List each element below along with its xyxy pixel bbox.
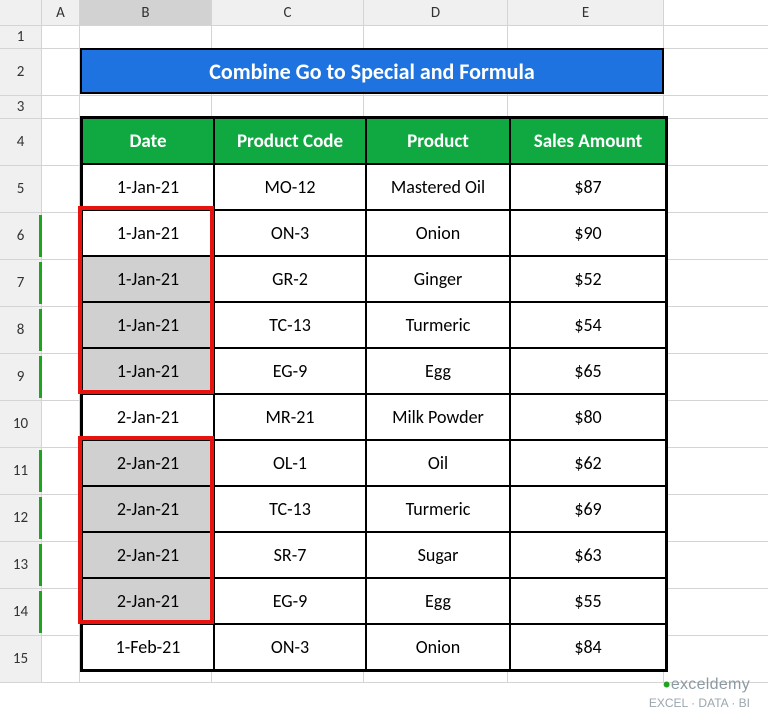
row-header-4[interactable]: 4 <box>0 119 42 165</box>
cell-product[interactable]: Sugar <box>366 532 510 578</box>
select-all-corner[interactable] <box>0 0 42 25</box>
row-header-15[interactable]: 15 <box>0 636 42 682</box>
row-header-8[interactable]: 8 <box>0 307 42 353</box>
cell-date[interactable]: 1-Jan-21 <box>82 302 214 348</box>
cell-amount[interactable]: $80 <box>510 394 666 440</box>
cell-product[interactable]: Ginger <box>366 256 510 302</box>
cell-product[interactable]: Turmeric <box>366 302 510 348</box>
row-header-3[interactable]: 3 <box>0 96 42 118</box>
row-header-13[interactable]: 13 <box>0 542 42 588</box>
cell-product[interactable]: Onion <box>366 210 510 256</box>
row-header-12[interactable]: 12 <box>0 495 42 541</box>
cell-amount[interactable]: $84 <box>510 624 666 670</box>
row-header-9[interactable]: 9 <box>0 354 42 400</box>
header-code: Product Code <box>214 118 366 164</box>
row-header-2[interactable]: 2 <box>0 49 42 95</box>
cell-A9[interactable] <box>42 354 80 400</box>
cell-date[interactable]: 2-Jan-21 <box>82 486 214 532</box>
cell-A8[interactable] <box>42 307 80 353</box>
row-header-14[interactable]: 14 <box>0 589 42 635</box>
cell-date[interactable]: 1-Jan-21 <box>82 210 214 256</box>
cell-D3[interactable] <box>364 96 508 118</box>
cell-date[interactable]: 2-Jan-21 <box>82 394 214 440</box>
cell-code[interactable]: MR-21 <box>214 394 366 440</box>
cell-A3[interactable] <box>42 96 80 118</box>
data-table: DateProduct CodeProductSales Amount 1-Jan… <box>80 116 668 672</box>
row-header-7[interactable]: 7 <box>0 260 42 306</box>
cell-A1[interactable] <box>42 26 80 48</box>
row-header-11[interactable]: 11 <box>0 448 42 494</box>
row-header-10[interactable]: 10 <box>0 401 42 447</box>
cell-date[interactable]: 1-Jan-21 <box>82 348 214 394</box>
cell-code[interactable]: SR-7 <box>214 532 366 578</box>
cell-code[interactable]: TC-13 <box>214 486 366 532</box>
cell-code[interactable]: ON-3 <box>214 624 366 670</box>
cell-code[interactable]: MO-12 <box>214 164 366 210</box>
cell-A5[interactable] <box>42 166 80 212</box>
cell-code[interactable]: ON-3 <box>214 210 366 256</box>
title-text: Combine Go to Special and Formula <box>209 58 534 85</box>
cell-code[interactable]: GR-2 <box>214 256 366 302</box>
cell-date[interactable]: 2-Jan-21 <box>82 578 214 624</box>
cell-A6[interactable] <box>42 213 80 259</box>
col-header-D[interactable]: D <box>364 0 508 25</box>
cell-E1[interactable] <box>508 26 664 48</box>
cell-amount[interactable]: $52 <box>510 256 666 302</box>
cell-A2[interactable] <box>42 49 80 95</box>
cell-A10[interactable] <box>42 401 80 447</box>
cell-amount[interactable]: $62 <box>510 440 666 486</box>
cell-product[interactable]: Turmeric <box>366 486 510 532</box>
header-product: Product <box>366 118 510 164</box>
cell-code[interactable]: EG-9 <box>214 578 366 624</box>
watermark-brand: exceldemy <box>671 676 750 693</box>
cell-C1[interactable] <box>212 26 364 48</box>
cell-amount[interactable]: $65 <box>510 348 666 394</box>
cell-A15[interactable] <box>42 636 80 682</box>
cell-A14[interactable] <box>42 589 80 635</box>
cell-A13[interactable] <box>42 542 80 588</box>
column-headers: A B C D E <box>0 0 768 26</box>
header-amount: Sales Amount <box>510 118 666 164</box>
cell-amount[interactable]: $54 <box>510 302 666 348</box>
cell-B1[interactable] <box>80 26 212 48</box>
title-banner: Combine Go to Special and Formula <box>80 48 664 94</box>
col-header-B[interactable]: B <box>80 0 212 25</box>
cell-product[interactable]: Egg <box>366 348 510 394</box>
cell-A4[interactable] <box>42 119 80 165</box>
header-date: Date <box>82 118 214 164</box>
col-header-E[interactable]: E <box>508 0 664 25</box>
row-header-5[interactable]: 5 <box>0 166 42 212</box>
cell-E3[interactable] <box>508 96 664 118</box>
watermark-tagline: EXCEL · DATA · BI <box>649 696 750 710</box>
cell-amount[interactable]: $55 <box>510 578 666 624</box>
cell-amount[interactable]: $63 <box>510 532 666 578</box>
cell-code[interactable]: OL-1 <box>214 440 366 486</box>
cell-product[interactable]: Mastered Oil <box>366 164 510 210</box>
cell-C3[interactable] <box>212 96 364 118</box>
cell-amount[interactable]: $87 <box>510 164 666 210</box>
watermark: •exceldemy EXCEL · DATA · BI <box>649 673 750 710</box>
cell-date[interactable]: 1-Jan-21 <box>82 256 214 302</box>
cell-amount[interactable]: $90 <box>510 210 666 256</box>
cell-code[interactable]: EG-9 <box>214 348 366 394</box>
cell-product[interactable]: Egg <box>366 578 510 624</box>
cell-product[interactable]: Onion <box>366 624 510 670</box>
cell-A11[interactable] <box>42 448 80 494</box>
cell-amount[interactable]: $69 <box>510 486 666 532</box>
cell-B3[interactable] <box>80 96 212 118</box>
cell-date[interactable]: 1-Feb-21 <box>82 624 214 670</box>
row-header-1[interactable]: 1 <box>0 26 42 48</box>
cell-D1[interactable] <box>364 26 508 48</box>
cell-date[interactable]: 2-Jan-21 <box>82 532 214 578</box>
cell-A7[interactable] <box>42 260 80 306</box>
col-header-C[interactable]: C <box>212 0 364 25</box>
cell-product[interactable]: Oil <box>366 440 510 486</box>
row-header-6[interactable]: 6 <box>0 213 42 259</box>
cell-code[interactable]: TC-13 <box>214 302 366 348</box>
col-header-A[interactable]: A <box>42 0 80 25</box>
cell-product[interactable]: Milk Powder <box>366 394 510 440</box>
cell-date[interactable]: 1-Jan-21 <box>82 164 214 210</box>
cell-A12[interactable] <box>42 495 80 541</box>
cell-date[interactable]: 2-Jan-21 <box>82 440 214 486</box>
